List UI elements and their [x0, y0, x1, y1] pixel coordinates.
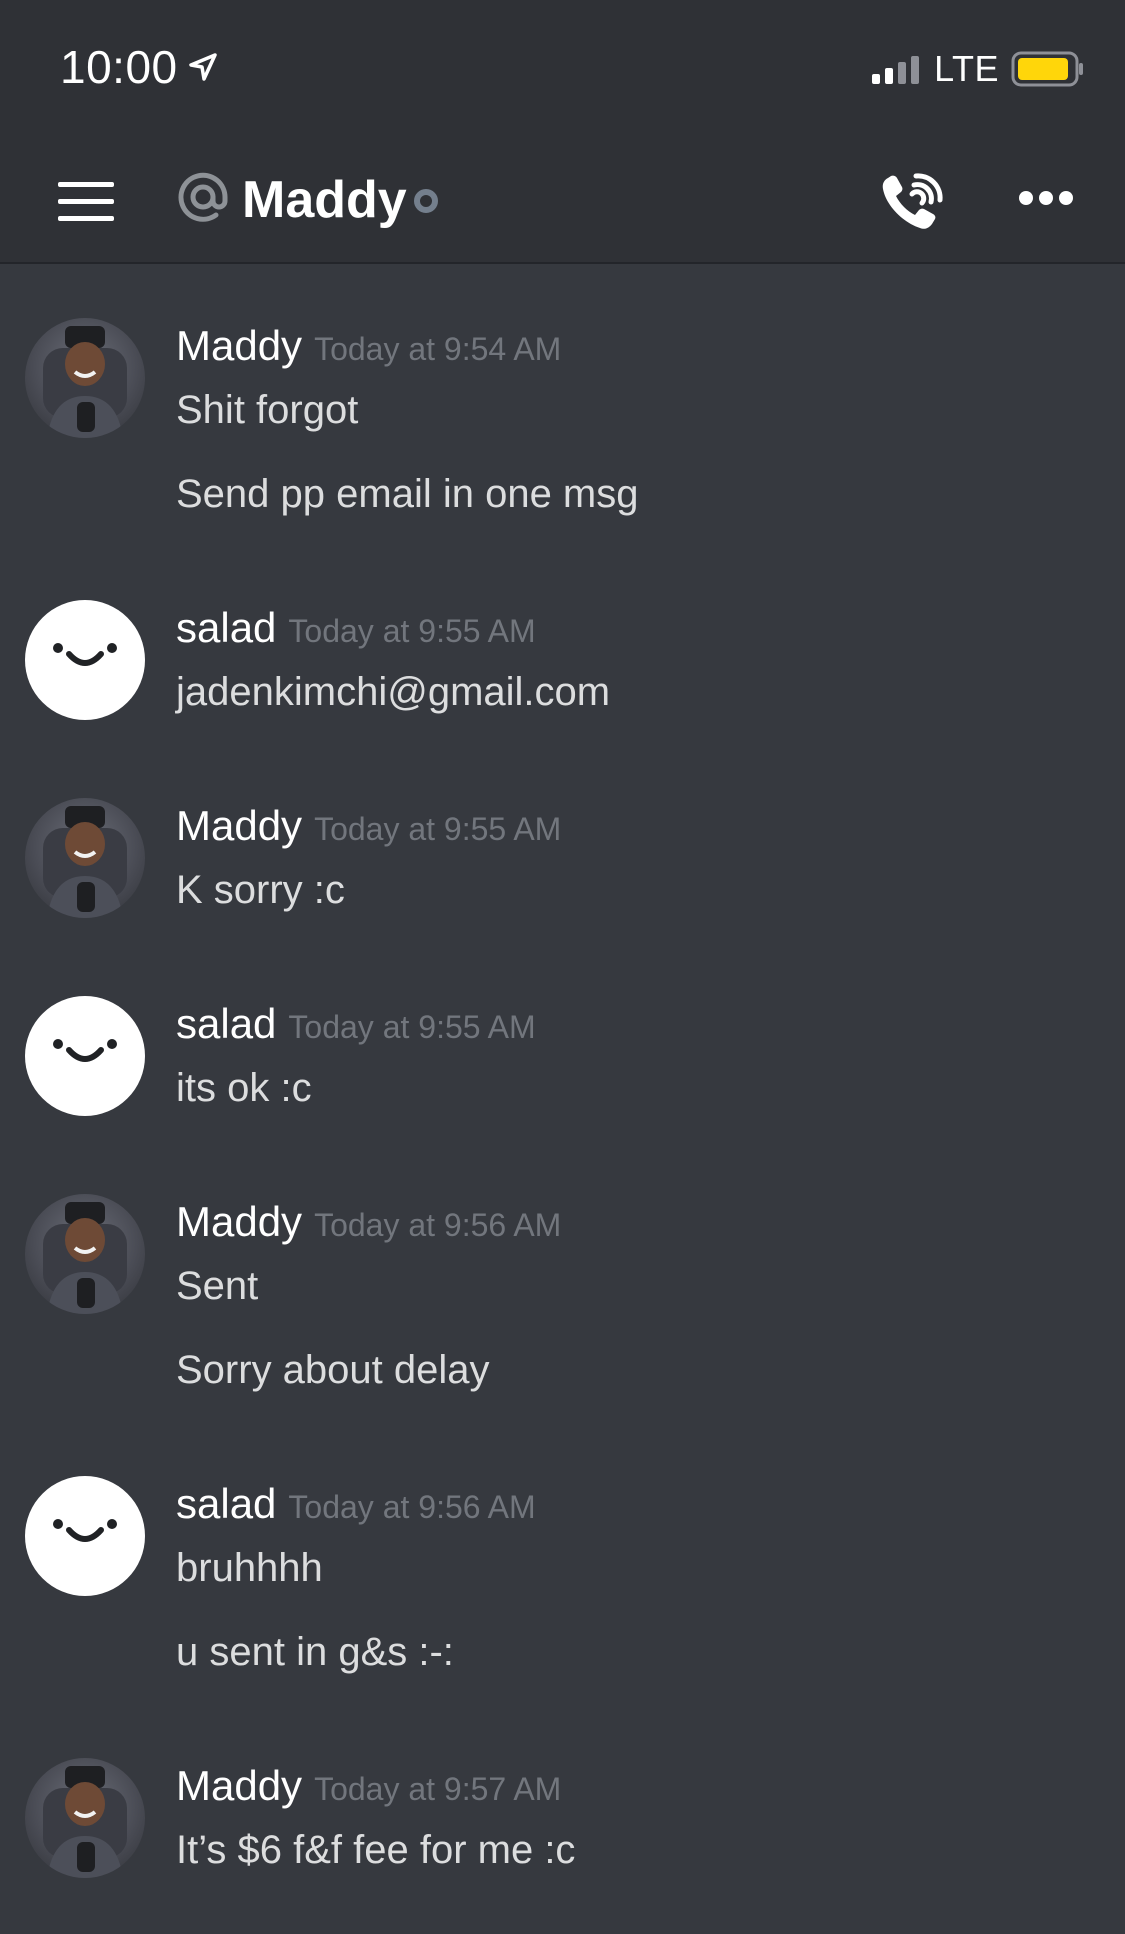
avatar[interactable] [25, 1758, 145, 1878]
more-options-icon[interactable] [1018, 190, 1074, 206]
username[interactable]: salad [176, 604, 276, 652]
message-text: It’s $6 f&f fee for me :c [176, 1828, 576, 1872]
timestamp: Today at 9:55 AM [314, 811, 562, 847]
signal-icon [872, 56, 920, 84]
message-header: Maddy Today at 9:57 AM [176, 1762, 561, 1810]
message-header: Maddy Today at 9:56 AM [176, 1198, 561, 1246]
message-header: salad Today at 9:55 AM [176, 1000, 536, 1048]
username[interactable]: Maddy [176, 1762, 302, 1810]
timestamp: Today at 9:55 AM [288, 1009, 536, 1045]
username[interactable]: Maddy [176, 802, 302, 850]
battery-icon [1011, 51, 1083, 87]
channel-title: Maddy [242, 171, 407, 229]
message-header: salad Today at 9:56 AM [176, 1480, 536, 1528]
network-type: LTE [934, 48, 999, 89]
offline-status-icon [414, 189, 438, 213]
avatar[interactable] [25, 1476, 145, 1596]
user-photo-icon [43, 806, 127, 918]
user-photo-icon [43, 326, 127, 438]
message-text: Send pp email in one msg [176, 472, 639, 516]
timestamp: Today at 9:54 AM [314, 331, 562, 367]
avatar[interactable] [25, 1194, 145, 1314]
message-text: bruhhhh [176, 1546, 323, 1590]
username[interactable]: Maddy [176, 322, 302, 370]
avatar[interactable] [25, 600, 145, 720]
status-time-text: 10:00 [60, 41, 178, 93]
username[interactable]: salad [176, 1480, 276, 1528]
voice-call-icon[interactable] [880, 172, 944, 232]
timestamp: Today at 9:56 AM [314, 1207, 562, 1243]
avatar[interactable] [25, 318, 145, 438]
status-indicators: LTE [870, 48, 1085, 90]
smiley-face-icon [53, 1039, 117, 1062]
timestamp: Today at 9:55 AM [288, 613, 536, 649]
message-text: Shit forgot [176, 388, 359, 432]
status-time: 10:00 [60, 40, 218, 94]
location-arrow-icon [188, 53, 217, 81]
avatar[interactable] [25, 798, 145, 918]
smiley-face-icon [53, 643, 117, 666]
user-photo-icon [43, 1766, 127, 1878]
message-text: Sent [176, 1264, 259, 1308]
hamburger-menu-icon[interactable] [58, 182, 114, 222]
channel-header: Maddy [0, 160, 1125, 240]
message-text: Sorry about delay [176, 1348, 490, 1392]
message-header: Maddy Today at 9:55 AM [176, 802, 561, 850]
username[interactable]: salad [176, 1000, 276, 1048]
message-text: jadenkimchi@gmail.com [176, 670, 611, 714]
top-bar: 10:00 LTE Maddy [0, 0, 1125, 264]
message-text: u sent in g&s :-: [176, 1630, 454, 1674]
avatar[interactable] [25, 996, 145, 1116]
at-sign-icon [178, 172, 228, 222]
username[interactable]: Maddy [176, 1198, 302, 1246]
message-header: Maddy Today at 9:54 AM [176, 322, 561, 370]
user-photo-icon [43, 1202, 127, 1314]
timestamp: Today at 9:57 AM [314, 1771, 562, 1807]
message-text: K sorry :c [176, 868, 345, 912]
smiley-face-icon [53, 1519, 117, 1542]
message-header: salad Today at 9:55 AM [176, 604, 536, 652]
message-text: its ok :c [176, 1066, 312, 1110]
timestamp: Today at 9:56 AM [288, 1489, 536, 1525]
